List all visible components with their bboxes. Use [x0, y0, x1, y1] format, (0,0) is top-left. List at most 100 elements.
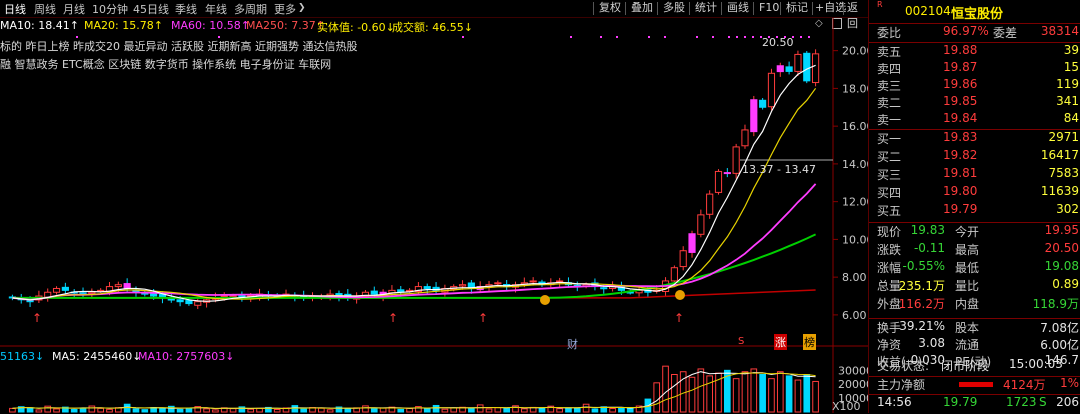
volume-bar [476, 404, 484, 413]
stat-row: 总量 235.1万 量比 0.89 [877, 277, 1079, 293]
bid-price: 19.82 [943, 148, 978, 162]
limit-up-marker[interactable]: 涨 [774, 334, 787, 350]
volume-bar [88, 405, 96, 413]
volume-bar [247, 408, 255, 413]
finance-marker[interactable]: 财 [567, 336, 578, 352]
ask-price: 19.86 [943, 77, 978, 91]
ask-vol: 84 [1063, 111, 1079, 125]
signal-dot [744, 36, 746, 38]
volume-bar [9, 407, 16, 413]
stock-name: 恒宝股份 [951, 7, 1004, 22]
stat-row: 外盘 116.2万 内盘 118.9万 [877, 297, 1079, 311]
r-badge: R [877, 0, 883, 9]
volume-bar [591, 408, 599, 413]
bid-label: 买三 [877, 168, 902, 182]
trade-status-row: 交易状态: 闭市阶段 15:00:03 [877, 357, 1063, 373]
volume-bar [521, 408, 528, 413]
signal-dot [808, 36, 810, 38]
volume-bar [812, 380, 819, 413]
volume-bar [326, 409, 334, 413]
bid-vol: 16417 [1040, 148, 1079, 162]
signal-dot [600, 36, 602, 38]
volume-bar [379, 407, 387, 413]
price-tick-label: 6.00 [842, 309, 867, 322]
signal-dot [696, 36, 698, 38]
price-range-annotation: 13.37 - 13.47 [742, 163, 816, 176]
volume-bar [750, 368, 758, 413]
bid-row: 买五 19.79 302 [869, 202, 1080, 221]
candle-body [776, 65, 784, 73]
price-tick-label: 20.00 [842, 45, 868, 58]
bid-row: 买一 19.83 2971 [869, 130, 1080, 149]
volume-bar [556, 408, 563, 413]
volume-bar [450, 407, 458, 413]
main-net-bar [959, 382, 993, 387]
volume-bar [106, 408, 113, 413]
s-marker[interactable]: S [738, 336, 744, 347]
bid-vol: 7583 [1048, 166, 1079, 180]
ask-price: 19.88 [943, 43, 978, 57]
volume-bar [273, 409, 281, 413]
candle-body [167, 298, 175, 301]
candle-body [679, 250, 687, 268]
bid-row: 买四 19.80 11639 [869, 184, 1080, 203]
volume-bar [538, 407, 546, 413]
candle-body [370, 290, 378, 295]
ask-vol: 15 [1063, 60, 1079, 74]
candle-body [811, 53, 820, 84]
ma20-line [12, 87, 817, 301]
stat-row: 现价 19.83 今开 19.95 [877, 223, 1079, 239]
volume-bar [256, 407, 263, 413]
volume-bar [97, 407, 104, 413]
high-price-annotation: 20.50 [762, 36, 794, 49]
volume-bar [494, 407, 502, 413]
candle-body [123, 283, 131, 289]
signal-dot [570, 36, 572, 38]
candle-body [556, 280, 564, 283]
signal-dot [800, 36, 802, 38]
stock-header: R 002104 恒宝股份 [869, 0, 1080, 22]
bid-vol: 11639 [1040, 184, 1079, 198]
bid-label: 买五 [877, 204, 902, 218]
volume-bar [503, 407, 510, 413]
price-tick-label: 8.00 [842, 271, 867, 284]
volume-bar [468, 408, 475, 413]
volume-bar [44, 405, 52, 413]
bid-price: 19.83 [943, 130, 978, 144]
volume-bar [794, 379, 802, 413]
volume-bar [706, 375, 713, 413]
volume-bar [441, 408, 449, 413]
bid-price: 19.81 [943, 166, 978, 180]
ask-vol: 39 [1063, 43, 1079, 57]
volume-tick-label: 20000 [838, 378, 868, 391]
volume-bar [618, 407, 625, 413]
candle-body [150, 293, 158, 297]
volume-bar [406, 407, 413, 413]
ask-label: 卖三 [877, 79, 902, 93]
volume-bar [653, 382, 661, 413]
candle-body [767, 72, 776, 108]
volume-bar [582, 403, 590, 413]
candle-body [61, 286, 69, 291]
volume-bar [141, 409, 149, 413]
main-net-row: 主力净额 4124万 1% [877, 376, 1079, 392]
bid-row: 买三 19.81 7583 [869, 166, 1080, 185]
volume-bar [565, 407, 572, 413]
candle-body [458, 284, 467, 287]
volume-bar [26, 407, 34, 413]
bid-price: 19.79 [943, 202, 978, 216]
candle-body [794, 53, 802, 72]
money-bag-icon [675, 290, 685, 300]
volume-bar [626, 407, 634, 413]
ask-vol: 119 [1056, 77, 1079, 91]
billboard-marker[interactable]: 榜 [803, 334, 816, 350]
volume-bar [803, 374, 811, 413]
volume-ma5-label: MA5: 2455460↓ [52, 350, 142, 363]
signal-dot [664, 36, 666, 38]
volume-bar [688, 376, 696, 413]
volume-bar [185, 407, 193, 413]
candle-body [194, 301, 202, 306]
buy-arrow-icon: ↑ [32, 311, 42, 325]
signal-dot [728, 36, 730, 38]
volume-bar [132, 408, 140, 413]
